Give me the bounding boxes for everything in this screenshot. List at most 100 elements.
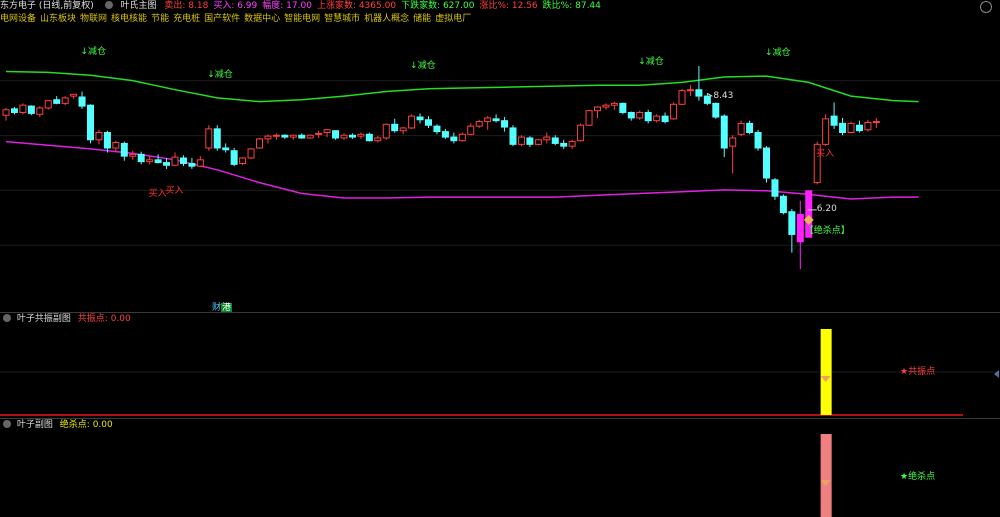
panel3-title[interactable]: 叶子副图 [17, 420, 53, 430]
candle [484, 116, 492, 130]
candle-body [839, 122, 847, 134]
candle-body [44, 100, 52, 109]
candle [171, 152, 179, 167]
candle [272, 133, 280, 140]
candle-body [560, 142, 568, 147]
candle [560, 139, 568, 149]
candle [686, 85, 694, 97]
candle [70, 93, 78, 99]
candle [36, 106, 44, 118]
candle-body [137, 153, 145, 163]
high-price-label: 8.43 [713, 91, 734, 102]
candle-body [154, 159, 162, 164]
candle-body [729, 137, 737, 147]
candle [78, 91, 86, 109]
candle [763, 146, 770, 183]
candle [179, 155, 187, 167]
candle [382, 123, 390, 140]
candle-body [87, 104, 94, 141]
candle-body [348, 134, 356, 138]
candle-body [771, 179, 779, 197]
candle-body [475, 121, 483, 127]
candle-body [112, 142, 120, 149]
candle [627, 111, 635, 121]
candle-body [644, 111, 652, 122]
candle-body [534, 139, 542, 145]
candle [720, 114, 728, 158]
panel3-header: 叶子副图 绝杀点: 0.00 [0, 419, 1000, 432]
candle-body [179, 157, 187, 164]
candle [526, 136, 534, 148]
candle-body [492, 118, 500, 122]
candle [391, 118, 399, 133]
candle [737, 120, 745, 137]
candle [779, 194, 787, 215]
candle-body [78, 96, 86, 107]
candle-body [272, 134, 280, 137]
candle-body [653, 115, 661, 122]
main-candlestick-chart[interactable] [0, 0, 1000, 300]
candle-body [594, 106, 601, 112]
panel3-gear-icon[interactable] [3, 420, 11, 428]
candle-body [408, 115, 416, 129]
candle [44, 100, 52, 110]
candle [594, 106, 601, 118]
candle-body [103, 132, 111, 149]
candle [788, 208, 796, 253]
kill-bar [820, 434, 832, 517]
candle-body [391, 123, 399, 132]
candle [374, 136, 382, 143]
candle-body [95, 132, 103, 141]
candle-body [737, 122, 745, 135]
candle [746, 120, 754, 135]
panel2-label: 共振点: [77, 314, 108, 324]
candle [729, 135, 737, 174]
candle-body [458, 133, 466, 142]
candle [120, 141, 128, 161]
candle [154, 154, 162, 164]
candle-body [467, 125, 475, 135]
candle [839, 117, 847, 136]
candle [146, 156, 154, 165]
candle [467, 123, 475, 136]
candle-body [425, 119, 432, 126]
candle-body [872, 121, 880, 124]
candle-body [602, 104, 610, 108]
candle [577, 123, 585, 142]
candle-body [205, 128, 213, 149]
candle-body [10, 108, 18, 113]
candle-body [822, 118, 830, 145]
candle-body [264, 135, 272, 140]
candle [619, 102, 627, 115]
candle-body [416, 116, 424, 121]
candle [416, 113, 424, 124]
candle [306, 134, 314, 139]
candle-body [517, 136, 525, 145]
candle [196, 156, 204, 168]
candle-body [171, 156, 179, 166]
candle [289, 134, 297, 140]
candle [796, 200, 804, 270]
candle-body [340, 134, 348, 139]
candle-body [568, 141, 576, 147]
candle-body [222, 147, 230, 151]
candle-body [213, 128, 221, 149]
candle [492, 114, 500, 123]
candle [534, 138, 542, 146]
candle-body [441, 131, 449, 138]
candle-body [754, 132, 762, 149]
candle [61, 96, 69, 106]
candle-body [323, 129, 331, 134]
candle [864, 119, 872, 132]
panel2-title[interactable]: 叶子共振副图 [17, 314, 71, 324]
candle [475, 119, 483, 128]
reduce-signal: ↓减仓 [207, 69, 233, 80]
candle [425, 116, 432, 128]
candle [87, 104, 94, 144]
candle [568, 139, 576, 149]
candle [501, 117, 509, 132]
candle [441, 128, 449, 139]
panel2-gear-icon[interactable] [3, 314, 11, 322]
candle-body [306, 134, 314, 139]
candle-body [551, 137, 559, 144]
